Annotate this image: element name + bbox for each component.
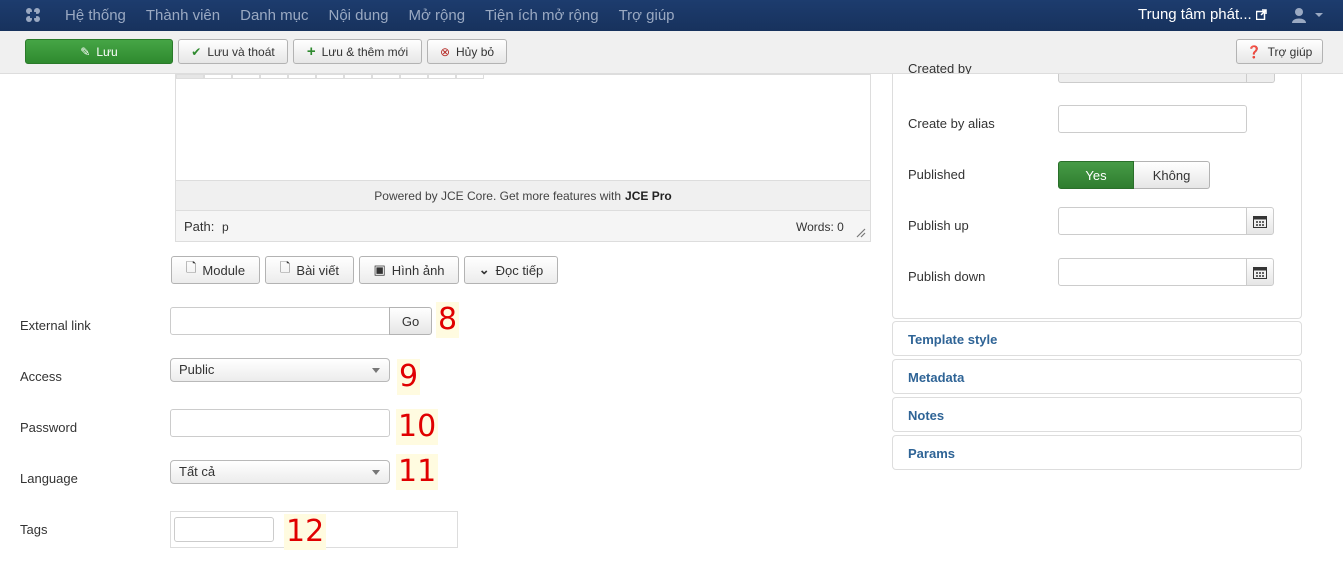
dropdown-arrow-icon [372,470,380,475]
jce-pro-link[interactable]: JCE Pro [625,189,672,203]
menu-item-extend[interactable]: Mở rộng [409,7,466,24]
accordion-template-style[interactable]: Template style [892,321,1302,356]
publish-down-calendar-button[interactable] [1246,258,1274,286]
insert-image-button[interactable]: ▣ Hình ảnh [359,256,459,284]
check-icon: ✔ [191,44,202,59]
plus-icon: + [306,43,316,60]
calendar-icon [1253,266,1267,279]
annotation-marker: 12 [284,514,327,550]
menu-item-categories[interactable]: Danh mục [240,7,308,24]
insert-module-button[interactable]: 🗋 Module [171,256,260,284]
created-by-alias-label: Create by alias [908,116,995,131]
readmore-button[interactable]: ⌄ Đọc tiếp [464,256,558,284]
save-new-button[interactable]: + Lưu & thêm mới [293,39,422,64]
toolbar: ✎ Lưu ✔ Lưu và thoát + Lưu & thêm mới ⊗ … [0,31,1343,74]
file-add-icon: 🗋 [279,260,291,275]
published-label: Published [908,167,966,182]
accordion-params[interactable]: Params [892,435,1302,470]
tags-label: Tags [20,522,48,537]
created-by-field[interactable] [1058,74,1275,83]
menu-item-help[interactable]: Trợ giúp [619,7,675,24]
editor-powered-by: Powered by JCE Core. Get more features w… [176,180,870,211]
external-link-label: External link [20,318,91,333]
editor-body[interactable] [176,79,870,180]
created-by-alias-input[interactable] [1058,105,1247,133]
language-label: Language [20,471,78,486]
select-user-button[interactable] [1246,74,1274,82]
path-label: Path: [184,219,215,234]
annotation-marker: 8 [436,302,460,338]
access-label: Access [20,369,62,384]
edit-icon: ✎ [80,44,91,59]
publish-down-label: Publish down [908,269,986,284]
joomla-logo-icon[interactable] [24,6,42,24]
calendar-icon [1253,215,1267,228]
dropdown-arrow-icon [372,368,380,373]
publish-up-input[interactable] [1058,207,1247,235]
menu-item-system[interactable]: Hệ thống [65,7,126,24]
editor-statusbar: Path: p Words: 0 [176,211,870,241]
go-button[interactable]: Go [389,307,432,335]
access-select[interactable]: Public [170,358,390,382]
save-close-button[interactable]: ✔ Lưu và thoát [178,39,288,64]
external-link-icon [1256,9,1267,20]
annotation-marker: 10 [396,409,439,445]
created-by-label: Created by [908,64,972,74]
published-no-button[interactable]: Không [1134,161,1210,189]
cancel-circle-icon: ⊗ [439,44,451,59]
publish-up-label: Publish up [908,218,969,233]
publish-up-calendar-button[interactable] [1246,207,1274,235]
resize-handle-icon[interactable] [856,228,866,238]
picture-icon: ▣ [373,262,386,277]
help-button[interactable]: ❓ Trợ giúp [1236,39,1323,64]
annotation-marker: 11 [396,454,439,490]
published-yes-button[interactable]: Yes [1058,161,1134,189]
article-editor: Powered by JCE Core. Get more features w… [175,74,871,242]
language-select[interactable]: Tất cả [170,460,390,484]
accordion-metadata[interactable]: Metadata [892,359,1302,394]
question-circle-icon: ❓ [1246,44,1262,59]
chevron-down-icon: ⌄ [478,262,490,277]
password-label: Password [20,420,78,435]
menu-item-content[interactable]: Nội dung [328,7,388,24]
insert-article-button[interactable]: 🗋 Bài viết [265,256,354,284]
word-count: Words: 0 [796,220,844,234]
save-button[interactable]: ✎ Lưu [25,39,173,64]
main-menu: Hệ thống Thành viên Danh mục Nội dung Mở… [65,0,695,31]
site-link[interactable]: Trung tâm phát... [1138,6,1252,23]
external-link-input[interactable] [170,307,390,335]
annotation-marker: 9 [397,359,421,395]
user-icon[interactable] [1291,7,1307,23]
publish-down-input[interactable] [1058,258,1247,286]
chevron-down-icon[interactable] [1315,13,1323,17]
password-input[interactable] [170,409,390,437]
cancel-button[interactable]: ⊗ Hủy bỏ [427,39,507,64]
file-add-icon: 🗋 [185,260,197,275]
menu-item-extensions[interactable]: Tiện ích mở rộng [485,7,599,24]
top-navbar: Hệ thống Thành viên Danh mục Nội dung Mở… [0,0,1343,31]
accordion-notes[interactable]: Notes [892,397,1302,432]
menu-item-users[interactable]: Thành viên [146,7,220,24]
tags-input[interactable] [174,517,274,542]
path-element[interactable]: p [222,220,229,234]
